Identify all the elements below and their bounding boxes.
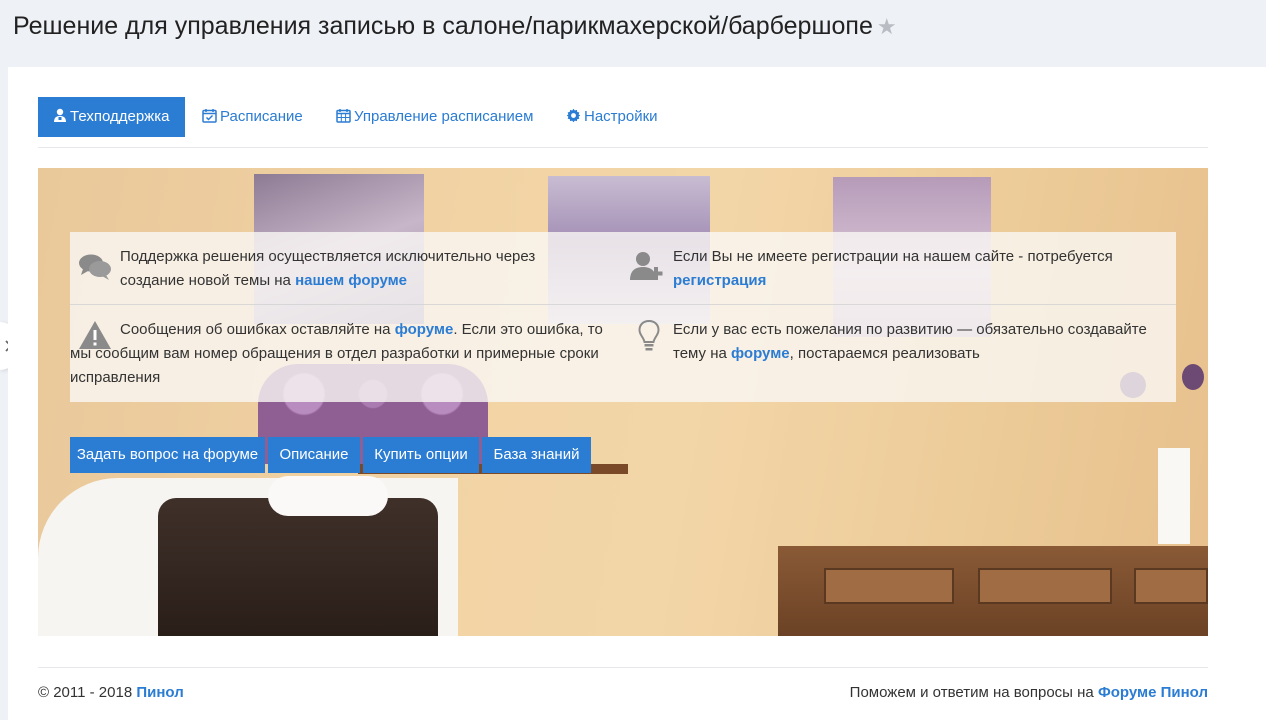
support-info-box: Поддержка решения осуществляется исключи… — [70, 232, 1176, 402]
forum-link[interactable]: форуме — [395, 321, 454, 338]
ask-forum-button[interactable]: Задать вопрос на форуме — [70, 437, 265, 473]
footer-copyright: © 2011 - 2018 Пинол — [38, 684, 184, 701]
tab-support-label: Техподдержка — [70, 108, 170, 125]
drawer-decor — [824, 568, 954, 604]
user-plus-icon — [630, 252, 663, 280]
flower-decor — [1182, 364, 1204, 390]
info-suggestions-text-after: , постараемся реализовать — [789, 345, 980, 362]
calendar-check-icon — [202, 109, 217, 123]
buy-options-button[interactable]: Купить опции — [363, 437, 479, 473]
support-user-icon — [54, 108, 66, 122]
info-forum-support: Поддержка решения осуществляется исключи… — [70, 245, 610, 295]
drawer-decor — [978, 568, 1112, 604]
page-title: Решение для управления записью в салоне/… — [13, 12, 897, 41]
page-title-text: Решение для управления записью в салоне/… — [13, 12, 873, 40]
tab-settings-label: Настройки — [584, 108, 658, 125]
forum-pinol-link[interactable]: Форуме Пинол — [1098, 684, 1208, 701]
chair-head-decor — [268, 476, 388, 516]
description-button[interactable]: Описание — [268, 437, 360, 473]
copyright-text: © 2011 - 2018 — [38, 684, 133, 701]
divider — [70, 304, 1176, 305]
registration-link[interactable]: регистрация — [673, 272, 766, 289]
info-bug-reports-text: Сообщения об ошибках оставляйте на — [120, 321, 395, 338]
gear-icon — [566, 108, 581, 123]
brand-link[interactable]: Пинол — [136, 684, 183, 701]
info-registration: Если Вы не имеете регистрации на нашем с… — [626, 245, 1166, 295]
footer-help-text: Поможем и ответим на вопросы на — [849, 684, 1094, 701]
drawer-decor — [1134, 568, 1208, 604]
tab-schedule[interactable]: Расписание — [202, 97, 303, 137]
chair-decor — [38, 468, 458, 636]
info-bug-reports: Сообщения об ошибках оставляйте на форум… — [70, 318, 610, 398]
tab-support[interactable]: Техподдержка — [38, 97, 186, 137]
page-header: Решение для управления записью в салоне/… — [0, 0, 1266, 67]
footer-help: Поможем и ответим на вопросы на Форуме П… — [850, 684, 1208, 701]
dresser-decor — [778, 546, 1208, 636]
tab-schedule-management-label: Управление расписанием — [354, 108, 534, 125]
forum-link[interactable]: форуме — [731, 345, 790, 362]
vase-decor — [1158, 448, 1190, 544]
tab-bar: Техподдержка Расписание Управление распи… — [38, 97, 1208, 148]
info-registration-text: Если Вы не имеете регистрации на нашем с… — [673, 248, 1113, 265]
info-suggestions: Если у вас есть пожелания по развитию — … — [626, 318, 1166, 368]
hero-banner: Поддержка решения осуществляется исключи… — [38, 168, 1208, 636]
calendar-grid-icon — [336, 109, 351, 123]
tab-schedule-label: Расписание — [220, 108, 303, 125]
tab-schedule-management[interactable]: Управление расписанием — [336, 97, 533, 137]
knowledge-base-button[interactable]: База знаний — [482, 437, 591, 473]
tab-settings[interactable]: Настройки — [566, 97, 658, 137]
chair-pad-decor — [158, 498, 438, 636]
lightbulb-icon — [638, 320, 660, 351]
footer: © 2011 - 2018 Пинол Поможем и ответим на… — [38, 667, 1208, 720]
star-icon[interactable]: ★ — [877, 14, 897, 39]
main-panel: Техподдержка Расписание Управление распи… — [8, 67, 1266, 720]
comments-icon — [79, 254, 111, 280]
forum-link[interactable]: нашем форуме — [295, 272, 407, 289]
